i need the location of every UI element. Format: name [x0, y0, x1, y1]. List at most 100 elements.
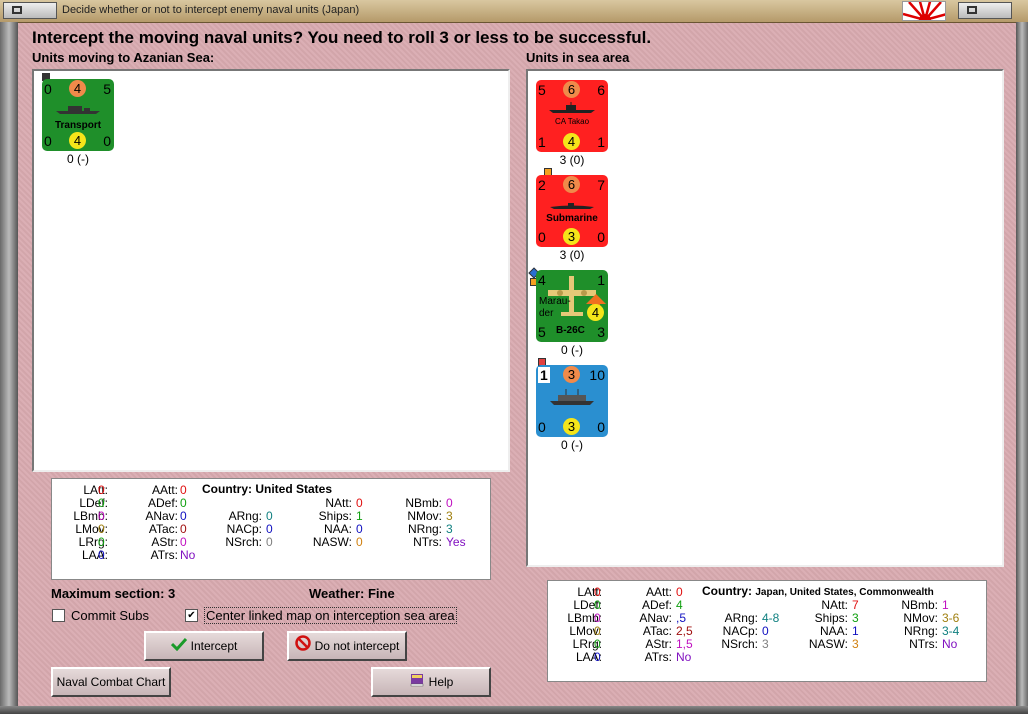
stat-key: NBmb:: [901, 598, 938, 612]
unit-counter-b26c-marauder[interactable]: 4 1 Marau- der 4 B-26C 5 3: [536, 270, 608, 342]
counter-value: 4: [69, 132, 86, 149]
counter-value: 4: [563, 133, 580, 150]
unit-caption: 3 (0): [559, 248, 585, 262]
window-frame-bottom: [0, 706, 1028, 714]
counter-value: 0: [597, 419, 605, 435]
stat-value: 0: [356, 535, 363, 549]
stat-value: 0: [266, 535, 273, 549]
stat-key: ARng:: [228, 509, 262, 523]
sea-area-units-list[interactable]: 5 6 6 CA Takao 1 4 1 3 (0) 2 6 7 Submari…: [526, 69, 1004, 567]
unit-name: B-26C: [556, 325, 585, 336]
unit-caption: 0 (-): [561, 438, 583, 452]
stat-value: 3: [852, 637, 859, 651]
stat-value: 1: [356, 509, 363, 523]
stat-key: NMov:: [903, 611, 938, 625]
right-panel-label: Units in sea area: [526, 50, 630, 65]
stat-key: NTrs:: [909, 637, 938, 651]
stat-value: 0: [594, 624, 601, 638]
counter-value: 0: [44, 133, 52, 149]
counter-value: 0: [103, 133, 111, 149]
transport-ship-icon: [550, 389, 594, 405]
counter-value: 5: [103, 81, 111, 97]
stat-value: 0: [594, 650, 601, 664]
stat-key: NASW:: [312, 535, 352, 549]
stat-value: 0: [98, 548, 105, 562]
stat-value: 7: [852, 598, 859, 612]
naval-combat-chart-button[interactable]: Naval Combat Chart: [51, 667, 171, 697]
stat-key: NASW:: [808, 637, 848, 651]
counter-value: 3: [563, 418, 580, 435]
stat-value: 0: [180, 496, 187, 510]
country-line: Country: United States: [202, 482, 332, 496]
maximize-button[interactable]: [958, 2, 1012, 19]
submarine-icon: [550, 203, 594, 209]
counter-value: 1: [538, 367, 550, 383]
stat-key: ARng:: [724, 611, 758, 625]
stat-value: 3: [852, 611, 859, 625]
stat-value: 0: [98, 509, 105, 523]
stat-key: NBmb:: [405, 496, 442, 510]
stat-value: 0: [180, 509, 187, 523]
stat-value: 3-6: [942, 611, 960, 625]
country-line: Country: Japan, United States, Commonwea…: [702, 584, 934, 598]
stat-key: AStr:: [645, 637, 672, 651]
unit-counter-submarine[interactable]: 2 6 7 Submarine 0 3 0: [536, 175, 608, 247]
stat-key: AAtt:: [151, 483, 178, 497]
checkbox-box[interactable]: ✔: [185, 609, 198, 623]
stat-key: ATrs:: [644, 650, 672, 664]
counter-value: 0: [538, 229, 546, 245]
weather-label: Weather: Fine: [309, 586, 395, 601]
stat-key: Ships:: [814, 611, 848, 625]
stat-key: Ships:: [318, 509, 352, 523]
window-icon: [967, 6, 977, 14]
counter-value: 1: [597, 134, 605, 150]
dialog-header: Intercept the moving naval units? You ne…: [32, 28, 652, 47]
counter-value: 4: [538, 272, 546, 288]
counter-value: 6: [597, 82, 605, 98]
stat-value: 3-4: [942, 624, 960, 638]
stat-value: 1: [942, 598, 949, 612]
center-map-checkbox[interactable]: ✔ Center linked map on interception sea a…: [185, 607, 457, 624]
stat-key: AAtt:: [645, 585, 672, 599]
cruiser-ship-icon: [549, 102, 595, 113]
stat-key: ATac:: [642, 624, 672, 638]
unit-counter-ca-takao[interactable]: 5 6 6 CA Takao 1 4 1: [536, 80, 608, 152]
moving-units-list[interactable]: 0 4 5 Transport 0 4 0 0 (-): [32, 69, 510, 472]
japan-flag-icon: [902, 1, 946, 21]
stat-key: NAA:: [323, 522, 352, 536]
stat-key: ATrs:: [150, 548, 178, 562]
window-title: Decide whether or not to intercept enemy…: [62, 4, 360, 16]
counter-value: 6: [563, 81, 580, 98]
dialog-content: Intercept the moving naval units? You ne…: [22, 22, 1018, 706]
stat-key: NSrch:: [225, 535, 262, 549]
help-button[interactable]: Help: [371, 667, 491, 697]
commit-subs-checkbox[interactable]: Commit Subs: [52, 608, 149, 623]
stat-value: 0: [180, 535, 187, 549]
unit-counter-transport[interactable]: 0 4 5 Transport 0 4 0: [42, 79, 114, 151]
stat-key: NRng:: [407, 522, 442, 536]
do-not-intercept-button[interactable]: Do not intercept: [287, 631, 407, 661]
unit-name: Submarine: [546, 213, 598, 224]
minimize-button[interactable]: [3, 2, 57, 19]
button-label: Intercept: [190, 639, 238, 653]
stat-value: 4: [676, 598, 683, 612]
stat-key: NRng:: [903, 624, 938, 638]
country-value: Japan, United States, Commonwealth: [755, 587, 934, 598]
stat-key: NSrch:: [721, 637, 758, 651]
stat-key: NAtt:: [821, 598, 848, 612]
stat-key: NAtt:: [325, 496, 352, 510]
unit-caption: 0 (-): [561, 343, 583, 357]
counter-value: 3: [563, 366, 580, 383]
no-entry-icon: [294, 634, 311, 660]
stat-key: ADef:: [147, 496, 178, 510]
stat-value: 3: [446, 509, 453, 523]
intercept-button[interactable]: Intercept: [144, 631, 264, 661]
stat-key: AStr:: [151, 535, 178, 549]
window-frame-left: [0, 22, 18, 714]
left-panel-label: Units moving to Azanian Sea:: [32, 50, 215, 65]
checkbox-box[interactable]: [52, 609, 65, 623]
unit-counter-transport-blue[interactable]: 1 3 10 0 3 0: [536, 365, 608, 437]
counter-value: 3: [597, 324, 605, 340]
country-label: Country:: [702, 584, 752, 598]
stat-value: 0: [356, 496, 363, 510]
